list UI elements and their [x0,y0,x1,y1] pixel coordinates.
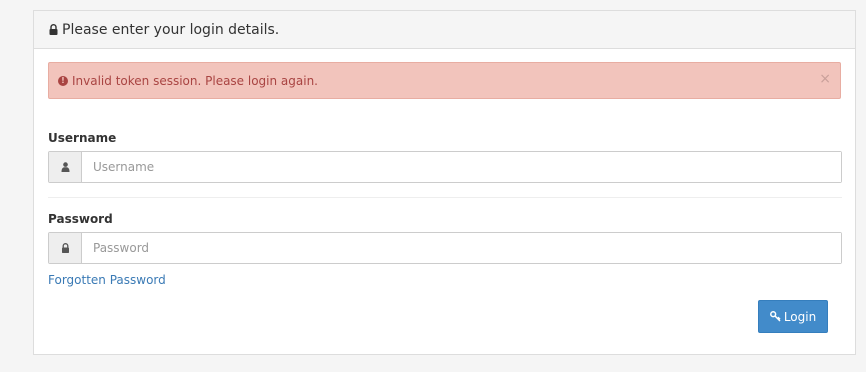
username-label: Username [48,131,117,145]
actions-row: Login [48,300,841,333]
password-input[interactable] [82,233,841,263]
form-divider [48,197,842,198]
password-label: Password [48,212,113,226]
login-button[interactable]: Login [758,300,828,333]
lock-icon [49,233,82,263]
panel-heading: Please enter your login details. [34,11,855,49]
forgot-row: Forgotten Password [48,269,841,287]
login-button-label: Login [783,309,817,324]
user-icon [49,152,82,182]
username-input[interactable] [82,152,841,182]
forgot-password-link[interactable]: Forgotten Password [48,273,166,287]
panel-title: Please enter your login details. [62,21,280,38]
exclamation-circle-icon: ! [58,75,68,86]
alert-message: Invalid token session. Please login agai… [72,73,318,88]
password-group [48,232,842,264]
login-panel: Please enter your login details. ! Inval… [33,10,856,355]
error-alert: ! Invalid token session. Please login ag… [48,62,841,99]
lock-icon [48,23,58,37]
panel-body: ! Invalid token session. Please login ag… [34,49,855,333]
close-icon[interactable]: × [819,72,831,86]
username-group [48,151,842,183]
key-icon [769,311,781,322]
